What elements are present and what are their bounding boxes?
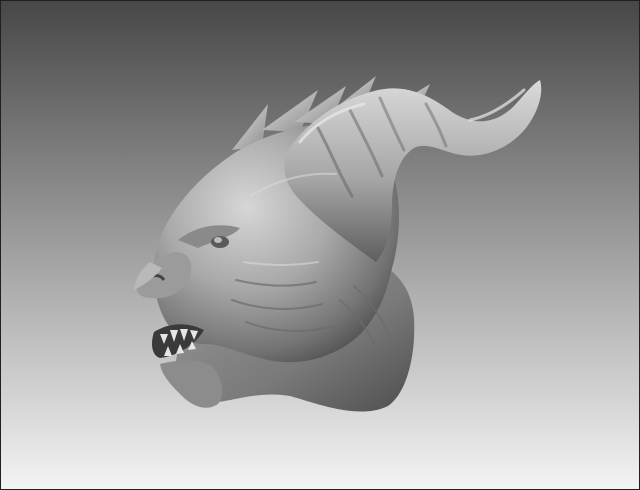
- eye-highlight: [214, 237, 222, 243]
- sculpt-viewport[interactable]: [0, 0, 640, 490]
- viewport-canvas[interactable]: [0, 0, 640, 490]
